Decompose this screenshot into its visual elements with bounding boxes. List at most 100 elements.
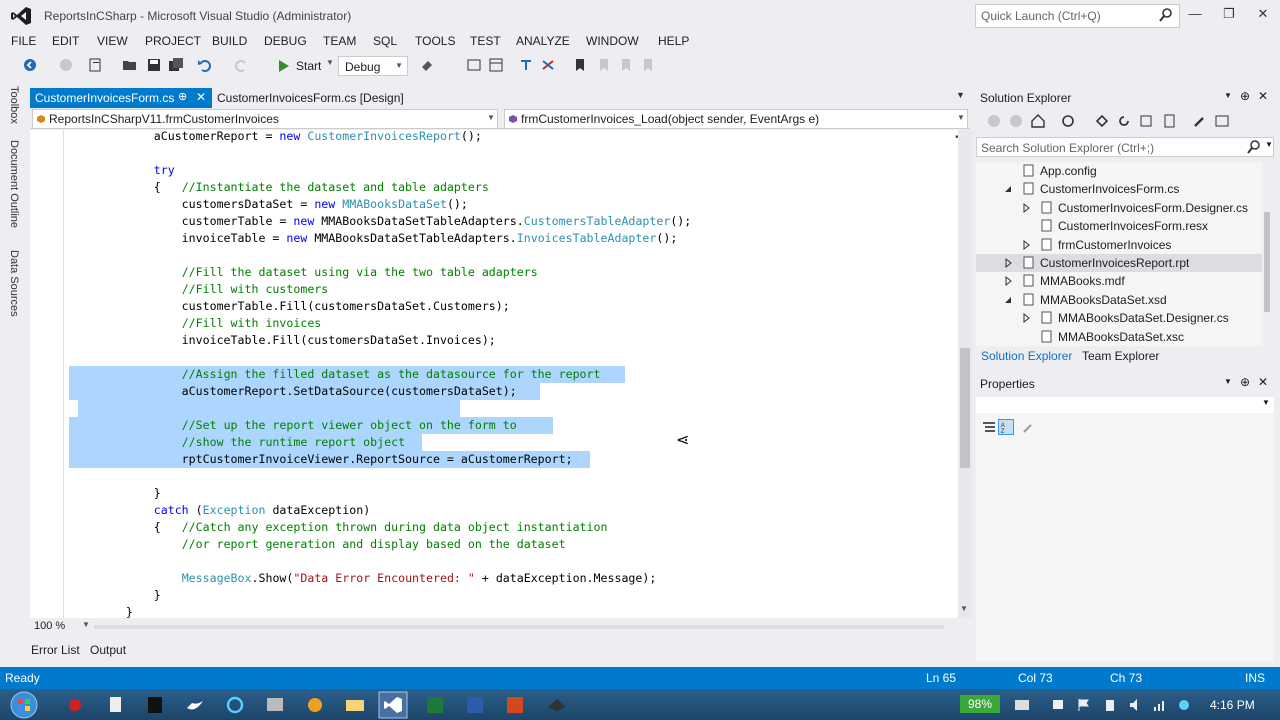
wifi-icon[interactable] (1152, 697, 1168, 713)
menu-build[interactable]: BUILD (212, 34, 247, 48)
redo-icon[interactable] (233, 57, 249, 73)
tree-item[interactable]: CustomerInvoicesForm.cs (976, 180, 1266, 198)
horizontal-scrollbar[interactable] (94, 625, 944, 629)
next-bookmark-icon[interactable] (618, 57, 634, 73)
code-line[interactable]: { //Instantiate the dataset and table ad… (70, 179, 489, 196)
sync-icon[interactable] (1094, 113, 1110, 129)
close-tab-icon[interactable]: ✕ (196, 90, 206, 104)
tree-item[interactable]: App.config (976, 162, 1266, 180)
expanded-arrow-icon[interactable] (1004, 295, 1012, 305)
editor-vertical-scrollbar[interactable]: ▼ (958, 130, 972, 618)
file-explorer-icon[interactable] (342, 693, 368, 717)
menu-test[interactable]: TEST (470, 34, 501, 48)
collapsed-arrow-icon[interactable] (1022, 202, 1030, 213)
pending-changes-icon[interactable] (1060, 113, 1076, 129)
solution-configuration-select[interactable]: Debug ▼ (338, 56, 408, 76)
error-list-tab[interactable]: Error List (31, 643, 80, 657)
volume-icon[interactable] (1128, 697, 1144, 713)
close-button[interactable]: ✕ (1254, 6, 1272, 24)
forward-icon[interactable] (58, 57, 74, 73)
red-bug-app-icon[interactable] (62, 693, 88, 717)
excel-icon[interactable] (422, 693, 448, 717)
start-orb-icon[interactable] (8, 690, 40, 720)
twitter-app-icon[interactable] (182, 693, 208, 717)
tree-item[interactable]: MMABooksDataSet.xsc (976, 328, 1266, 346)
collapsed-arrow-icon[interactable] (1022, 239, 1030, 250)
open-file-icon[interactable] (122, 57, 138, 73)
menu-debug[interactable]: DEBUG (264, 34, 307, 48)
prev-bookmark-icon[interactable] (596, 57, 612, 73)
step-into-icon[interactable] (518, 57, 534, 73)
code-line[interactable]: customerTable = new MMABooksDataSetTable… (70, 213, 692, 230)
terminal-app-icon[interactable] (142, 693, 168, 717)
menu-sql[interactable]: SQL (373, 34, 397, 48)
visual-studio-task-icon[interactable] (378, 691, 408, 719)
restore-button[interactable]: ❐ (1220, 6, 1238, 24)
search-options-icon[interactable]: ▼ (1265, 140, 1273, 149)
document-app-icon[interactable] (102, 693, 128, 717)
new-project-icon[interactable] (88, 57, 104, 73)
word-icon[interactable] (462, 693, 488, 717)
tree-item[interactable]: CustomerInvoicesReport.rpt (976, 254, 1266, 272)
save-all-icon[interactable] (168, 57, 184, 73)
power-icon[interactable] (1102, 697, 1118, 713)
tab-customer-invoices-form-cs[interactable]: CustomerInvoicesForm.cs ⊕ ✕ (30, 88, 212, 108)
internet-explorer-icon[interactable] (222, 693, 248, 717)
close-pane-icon[interactable]: ✕ (1258, 89, 1268, 103)
code-line[interactable]: //Fill the dataset using via the two tab… (70, 264, 538, 281)
tree-item[interactable]: CustomerInvoicesForm.Designer.cs (976, 199, 1266, 217)
tree-item[interactable]: MMABooksDataSet.xsd (976, 291, 1266, 309)
back-icon[interactable] (22, 57, 38, 73)
code-line[interactable]: { //Catch any exception thrown during da… (70, 519, 608, 536)
code-line[interactable]: //Fill with customers (70, 281, 329, 298)
output-tab[interactable]: Output (90, 643, 126, 657)
code-line[interactable]: customersDataSet = new MMABooksDataSet()… (70, 196, 468, 213)
member-select[interactable]: frmCustomerInvoices_Load(object sender, … (504, 109, 968, 129)
code-lines[interactable]: aCustomerReport = new CustomerInvoicesRe… (30, 130, 958, 618)
code-line[interactable]: } (70, 587, 161, 604)
forward-icon[interactable] (1008, 113, 1024, 129)
undo-icon[interactable] (197, 57, 213, 73)
categorized-icon[interactable] (982, 420, 996, 434)
solution-search-input[interactable]: Search Solution Explorer (Ctrl+;) ▼ (976, 137, 1274, 157)
document-outline-tab[interactable]: Document Outline (8, 140, 20, 228)
tree-item[interactable]: frmCustomerInvoices (976, 236, 1266, 254)
code-line[interactable]: //Assign the filled dataset as the datas… (70, 366, 601, 383)
collapsed-arrow-icon[interactable] (1004, 258, 1012, 268)
picture-app-icon[interactable] (262, 693, 288, 717)
tab-customer-invoices-form-design[interactable]: CustomerInvoicesForm.cs [Design] (214, 88, 454, 108)
tree-item[interactable]: MMABooksDataSet.Designer.cs (976, 309, 1266, 327)
code-line[interactable]: aCustomerReport.SetDataSource(customersD… (70, 383, 517, 400)
toolbox-tab[interactable]: Toolbox (8, 86, 20, 124)
code-line[interactable]: try (70, 162, 175, 179)
code-line[interactable]: catch (Exception dataException) (70, 502, 370, 519)
properties-object-select[interactable]: ▼ (976, 397, 1274, 413)
code-line[interactable]: //Set up the report viewer object on the… (70, 417, 517, 434)
battery-indicator[interactable]: 98% (960, 695, 1000, 713)
quick-launch-input[interactable]: Quick Launch (Ctrl+Q) (975, 4, 1180, 28)
code-line[interactable]: //show the runtime report object (70, 434, 405, 451)
solution-explorer-icon[interactable] (466, 57, 482, 73)
code-line[interactable]: } (70, 604, 133, 618)
team-explorer-tab[interactable]: Team Explorer (1082, 349, 1159, 363)
code-line[interactable]: customerTable.Fill(customersDataSet.Cust… (70, 298, 510, 315)
step-over-icon[interactable] (540, 57, 556, 73)
menu-help[interactable]: HELP (658, 34, 689, 48)
solution-tree-scrollbar[interactable] (1262, 162, 1272, 346)
home-icon[interactable] (1030, 113, 1046, 129)
code-line[interactable]: MessageBox.Show("Data Error Encountered:… (70, 570, 657, 587)
window-options-icon[interactable]: ▼ (1224, 91, 1232, 100)
data-sources-tab[interactable]: Data Sources (8, 250, 20, 317)
property-pages-icon[interactable] (1022, 420, 1036, 434)
tab-list-dropdown-icon[interactable]: ▼ (956, 90, 965, 100)
pin-icon[interactable]: ⊕ (1240, 375, 1250, 389)
clear-bookmarks-icon[interactable] (640, 57, 656, 73)
minimize-button[interactable]: — (1186, 6, 1204, 24)
clock[interactable]: 4:16 PM (1210, 698, 1255, 712)
properties-window-icon[interactable] (488, 57, 504, 73)
menu-view[interactable]: VIEW (97, 34, 128, 48)
pin-icon[interactable]: ⊕ (178, 90, 187, 103)
notification-icon[interactable] (1012, 697, 1032, 713)
menu-window[interactable]: WINDOW (586, 34, 639, 48)
scroll-down-icon[interactable]: ▼ (960, 604, 968, 613)
